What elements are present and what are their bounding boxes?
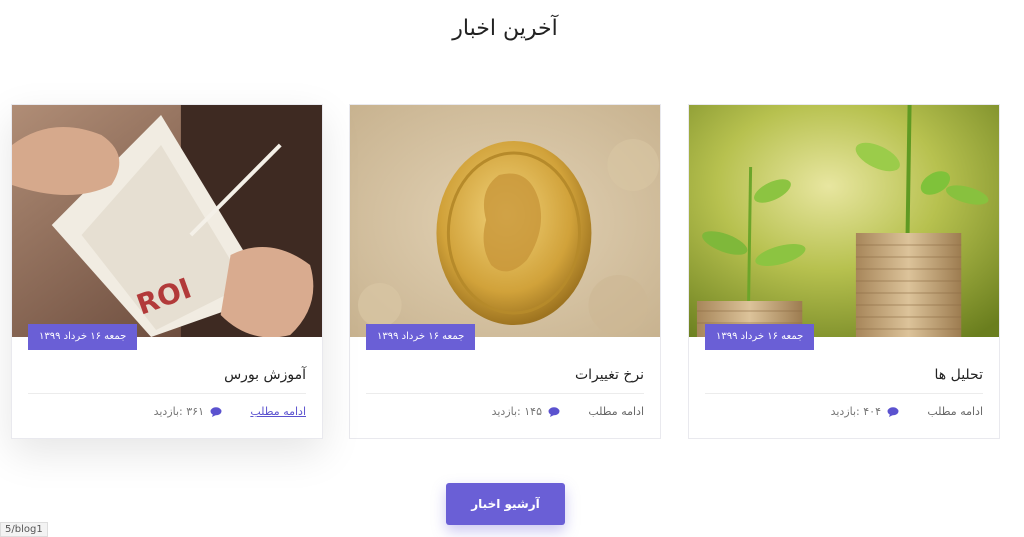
views-count: ۱۴۵ :بازدید [492,405,560,418]
comment-icon [548,406,560,417]
section-title: آخرین اخبار [452,16,558,41]
card-meta: ادامه مطلب ۱۴۵ :بازدید [366,405,644,425]
news-title[interactable]: آموزش بورس [28,367,306,383]
views-count: ۳۶۱ :بازدید [154,405,222,418]
divider [28,393,306,394]
status-url-hint: 5/blog1 [0,522,48,537]
views-label: ۱۴۵ :بازدید [491,405,542,418]
views-label: ۴۰۴ :بازدید [830,405,881,418]
news-archive-button[interactable]: آرشیو اخبار [446,483,565,525]
news-card-stock-training: ROI جمعه ۱۶ خرداد ۱۳۹۹ آموزش بورس ادامه … [11,104,323,439]
views-count: ۴۰۴ :بازدید [831,405,899,418]
news-image-plants-on-coins[interactable] [689,105,999,337]
date-badge: جمعه ۱۶ خرداد ۱۳۹۹ [366,324,476,350]
comment-icon [887,406,899,417]
views-label: ۳۶۱ :بازدید [153,405,204,418]
news-card-rate-changes: جمعه ۱۶ خرداد ۱۳۹۹ نرخ تغییرات ادامه مطل… [349,104,661,439]
date-badge: جمعه ۱۶ خرداد ۱۳۹۹ [28,324,138,350]
news-card-analysis: جمعه ۱۶ خرداد ۱۳۹۹ تحلیل ها ادامه مطلب ۴… [688,104,1000,439]
card-meta: ادامه مطلب ۳۶۱ :بازدید [28,405,306,425]
read-more-link[interactable]: ادامه مطلب [588,405,644,418]
read-more-link[interactable]: ادامه مطلب [927,405,983,418]
news-title[interactable]: تحلیل ها [705,367,984,383]
news-title[interactable]: نرخ تغییرات [366,367,644,383]
read-more-link[interactable]: ادامه مطلب [250,405,306,418]
news-image-writing-in-book[interactable]: ROI [12,105,322,337]
divider [366,393,644,394]
comment-icon [210,406,222,417]
date-badge: جمعه ۱۶ خرداد ۱۳۹۹ [705,324,815,350]
divider [705,393,983,394]
card-meta: ادامه مطلب ۴۰۴ :بازدید [705,405,983,425]
news-image-gold-coin[interactable] [350,105,660,337]
